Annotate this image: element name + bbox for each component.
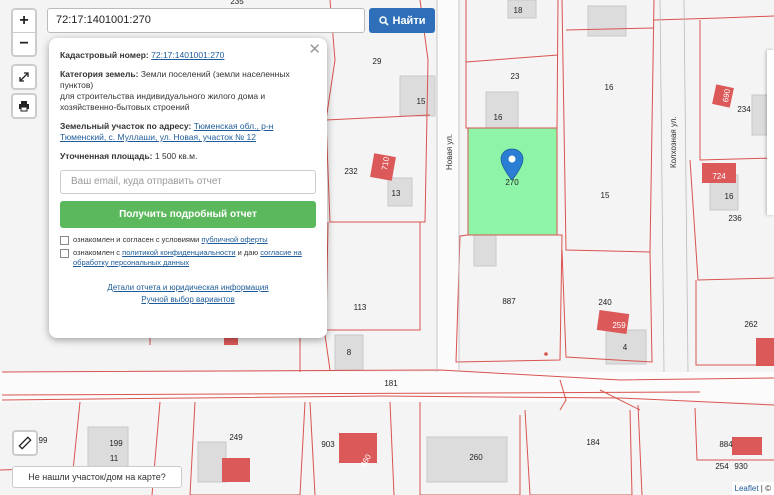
area-label: Уточненная площадь:: [60, 151, 153, 161]
attribution: Leaflet | ©: [731, 482, 774, 495]
parcel-13: 13: [392, 189, 401, 198]
address-label: Земельный участок по адресу:: [60, 121, 192, 131]
zoom-out-button[interactable]: −: [13, 33, 35, 55]
parcel-260: 260: [469, 453, 483, 462]
street-novaya: Новая ул.: [445, 134, 454, 170]
parcel-254: 254: [715, 462, 729, 471]
manual-choice-link[interactable]: Ручной выбор вариантов: [141, 295, 234, 304]
parcel-23: 23: [511, 72, 520, 81]
category-use: для строительства индивидуального жилого…: [60, 91, 266, 112]
parcel-8: 8: [347, 348, 352, 357]
parcel-884: 884: [719, 440, 733, 449]
parcel-724: 724: [712, 172, 726, 181]
measure-button[interactable]: [12, 430, 38, 456]
area-value: 1 500 кв.м.: [154, 151, 198, 161]
public-offer-link[interactable]: публичной оферты: [201, 235, 267, 244]
zoom-control: + −: [11, 8, 37, 57]
consent-offer-text: ознакомлен и согласен с условиями: [73, 235, 202, 244]
parcel-234: 234: [737, 105, 751, 114]
ruler-icon: [18, 436, 32, 450]
parcel-903: 903: [321, 440, 335, 449]
parcel-887: 887: [502, 297, 516, 306]
get-report-button[interactable]: Получить подробный отчет: [60, 201, 316, 228]
parcel-235: 235: [230, 0, 244, 6]
parcel-16a: 16: [494, 113, 503, 122]
parcel-236: 236: [728, 214, 742, 223]
fullscreen-button[interactable]: [11, 64, 37, 90]
parcel-11: 11: [110, 454, 119, 463]
parcel-240: 240: [598, 298, 612, 307]
parcel-113: 113: [354, 303, 367, 312]
not-found-button[interactable]: Не нашли участок/дом на карте?: [12, 466, 182, 488]
consent-privacy-text: ознакомлен с: [73, 248, 123, 257]
parcel-262: 262: [744, 320, 758, 329]
leaflet-link[interactable]: Leaflet: [735, 484, 759, 493]
parcel-930: 930: [734, 462, 748, 471]
parcel-259: 259: [612, 321, 626, 330]
privacy-checkbox[interactable]: [60, 249, 69, 258]
parcel-popup: ✕ Кадастровый номер: 72:17:1401001:270 К…: [49, 38, 327, 338]
parcel-184: 184: [586, 438, 600, 447]
parcel-15: 15: [417, 97, 426, 106]
cadastral-label: Кадастровый номер:: [60, 50, 149, 60]
expand-icon: [19, 72, 29, 82]
zoom-in-button[interactable]: +: [13, 10, 35, 33]
cadastral-link[interactable]: 72:17:1401001:270: [151, 50, 224, 60]
parcel-4: 4: [623, 343, 628, 352]
print-icon: [19, 101, 29, 112]
parcel-199: 199: [109, 439, 123, 448]
print-button[interactable]: [11, 93, 37, 119]
side-panel-edge: [767, 50, 774, 215]
parcel-18: 18: [514, 6, 523, 15]
parcel-199a: 99: [39, 436, 48, 445]
attribution-rest: | ©: [760, 484, 771, 493]
consent-offer: ознакомлен и согласен с условиями публич…: [60, 235, 316, 245]
parcel-181: 181: [384, 379, 398, 388]
parcel-15b: 15: [601, 191, 610, 200]
search-button[interactable]: Найти: [369, 8, 435, 33]
close-icon[interactable]: ✕: [308, 42, 321, 57]
report-details-link[interactable]: Детали отчета и юридическая информация: [107, 283, 268, 292]
search-input[interactable]: 72:17:1401001:270: [47, 8, 365, 33]
parcel-16c: 16: [725, 192, 734, 201]
parcel-29: 29: [373, 57, 382, 66]
parcel-249: 249: [229, 433, 243, 442]
email-field[interactable]: Ваш email, куда отправить отчет: [60, 170, 316, 194]
consent-privacy-mid: и даю: [235, 248, 261, 257]
consent-privacy: ознакомлен с политикой конфиденциальност…: [60, 248, 316, 268]
parcel-16b: 16: [605, 83, 614, 92]
street-kolkhoznaya: Колхозная ул.: [669, 116, 678, 168]
category-label: Категория земель:: [60, 69, 139, 79]
parcel-232: 232: [344, 167, 358, 176]
search-button-label: Найти: [392, 14, 426, 27]
offer-checkbox[interactable]: [60, 236, 69, 245]
privacy-policy-link[interactable]: политикой конфиденциальности: [122, 248, 235, 257]
search-icon: [378, 15, 389, 26]
